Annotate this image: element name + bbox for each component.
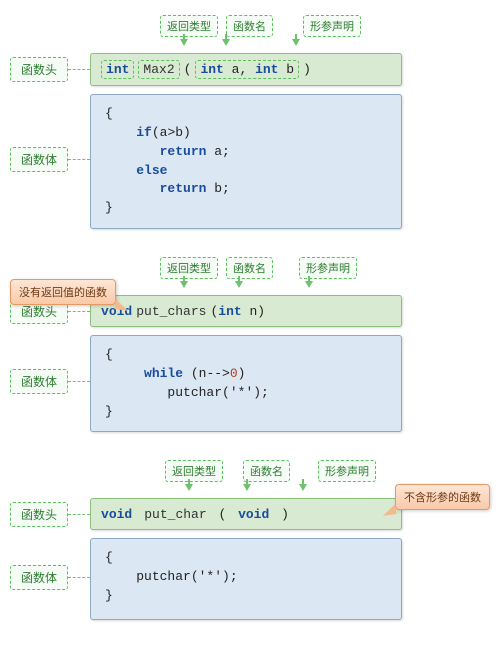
paren-close: ) <box>303 62 311 77</box>
arrow-row <box>180 281 490 295</box>
callout-no-params: 不含形参的函数 <box>395 484 490 510</box>
func-name-token: put_char <box>144 507 206 522</box>
label-return-type: 返回类型 <box>160 257 218 279</box>
paren-open: ( <box>211 507 227 522</box>
arrow-down-icon <box>243 484 251 491</box>
connector-line <box>68 577 90 578</box>
label-param-decl: 形参声明 <box>303 15 361 37</box>
annotation-row: 返回类型 函数名 形参声明 <box>160 15 490 37</box>
function-body: { putchar('*'); } <box>90 538 402 620</box>
label-body: 函数体 <box>10 565 68 590</box>
arrow-row <box>180 39 490 53</box>
function-header: void put_char ( void ) <box>90 498 402 530</box>
connector-line <box>68 311 90 312</box>
annotation-row: 返回类型 函数名 形参声明 <box>165 460 490 482</box>
label-param-decl: 形参声明 <box>318 460 376 482</box>
function-header: void put_chars (int n) <box>90 295 402 327</box>
header-row: 函数头 int Max2 ( int a, int b ) <box>10 53 490 86</box>
label-func-name: 函数名 <box>226 257 273 279</box>
params-token: int a, int b <box>195 60 299 79</box>
body-row: 函数体 { putchar('*'); } <box>10 534 490 620</box>
func-name-token: put_chars <box>136 304 206 319</box>
callout-text: 不含形参的函数 <box>404 492 481 504</box>
label-body: 函数体 <box>10 369 68 394</box>
label-header: 函数头 <box>10 502 68 527</box>
connector-line <box>68 159 90 160</box>
callout-no-return: 没有返回值的函数 <box>10 279 116 305</box>
label-func-name: 函数名 <box>243 460 290 482</box>
callout-tail-icon <box>114 299 129 311</box>
params-group: (int n) <box>210 304 265 319</box>
callout-text: 没有返回值的函数 <box>19 287 107 299</box>
params-token: void <box>230 507 277 522</box>
func-name-token: Max2 <box>138 60 179 79</box>
arrow-down-icon <box>235 281 243 288</box>
arrow-down-icon <box>292 39 300 46</box>
paren-close: ) <box>281 507 289 522</box>
arrow-down-icon <box>185 484 193 491</box>
paren-open: ( <box>184 62 192 77</box>
return-type-token: int <box>101 60 134 79</box>
example-2: 没有返回值的函数 返回类型 函数名 形参声明 函数头 void put_char… <box>10 257 490 432</box>
label-return-type: 返回类型 <box>165 460 223 482</box>
label-header: 函数头 <box>10 57 68 82</box>
label-func-name: 函数名 <box>226 15 273 37</box>
connector-line <box>68 381 90 382</box>
function-header: int Max2 ( int a, int b ) <box>90 53 402 86</box>
example-3: 不含形参的函数 返回类型 函数名 形参声明 函数头 void put_char … <box>10 460 490 620</box>
connector-line <box>68 69 90 70</box>
function-body: { if(a>b) return a; else return b; } <box>90 94 402 229</box>
example-1: 返回类型 函数名 形参声明 函数头 int Max2 ( int a, int … <box>10 15 490 229</box>
arrow-down-icon <box>305 281 313 288</box>
arrow-down-icon <box>180 281 188 288</box>
body-row: 函数体 { while (n-->0) putchar('*'); } <box>10 331 490 432</box>
body-row: 函数体 { if(a>b) return a; else return b; } <box>10 90 490 229</box>
label-return-type: 返回类型 <box>160 15 218 37</box>
label-body: 函数体 <box>10 147 68 172</box>
function-body: { while (n-->0) putchar('*'); } <box>90 335 402 432</box>
return-type-token: void <box>101 507 132 522</box>
annotation-row: 返回类型 函数名 形参声明 <box>160 257 490 279</box>
connector-line <box>68 514 90 515</box>
arrow-down-icon <box>299 484 307 491</box>
arrow-down-icon <box>180 39 188 46</box>
arrow-down-icon <box>222 39 230 46</box>
